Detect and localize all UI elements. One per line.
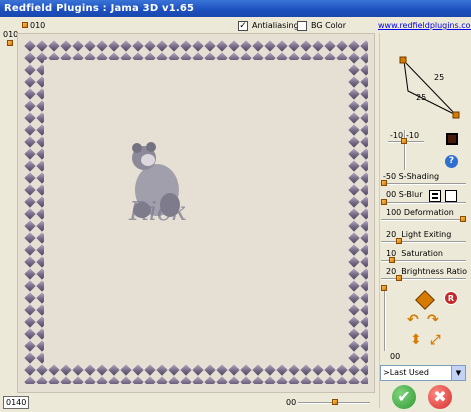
brightness-ratio-value: 20 — [386, 267, 397, 276]
vertical-slider-value: 00 — [390, 352, 401, 361]
s-blur-handle[interactable] — [381, 199, 387, 205]
bg-color-checkbox[interactable] — [297, 21, 307, 31]
window-title: Redfield Plugins : Jama 3D v1.65 — [4, 3, 195, 14]
perspective-value-left: 25 — [416, 93, 427, 102]
zoom-handle[interactable] — [332, 399, 338, 405]
s-blur-label: 00 S-Blur — [386, 190, 422, 199]
bottom-left-value: 0140 — [3, 396, 30, 409]
light-y-value: -10 — [406, 131, 420, 140]
s-blur-mode-icon[interactable] — [429, 190, 441, 202]
light-exiting-name: Light Exiting — [401, 230, 452, 239]
brightness-ratio-handle[interactable] — [396, 275, 402, 281]
watermark-text: Rick — [128, 197, 187, 227]
rotate-right-icon[interactable]: ↷ — [427, 312, 439, 328]
s-blur-color-swatch[interactable] — [445, 190, 457, 202]
brightness-ratio-slider[interactable] — [381, 278, 466, 280]
deformation-handle[interactable] — [460, 216, 466, 222]
cancel-button[interactable]: ✖ — [428, 385, 452, 409]
brightness-ratio-name: Brightness Ratio — [401, 267, 467, 276]
deformation-label: 100 Deformation — [386, 208, 454, 217]
chevron-down-icon[interactable]: ▼ — [451, 366, 465, 380]
preset-select[interactable]: >Last Used ▼ — [380, 365, 466, 381]
question-icon[interactable]: ? — [445, 155, 458, 168]
ok-button[interactable]: ✔ — [392, 385, 416, 409]
antialiasing-label: Antialiasing — [252, 21, 299, 30]
left-value-label: 010 — [3, 30, 19, 39]
flip-vertical-icon[interactable]: ⬍ — [410, 332, 422, 348]
left-ruler-handle[interactable] — [7, 40, 13, 46]
saturation-handle[interactable] — [389, 257, 395, 263]
s-blur-name: S-Blur — [398, 190, 423, 199]
deformation-value: 100 — [386, 208, 402, 217]
perspective-widget[interactable] — [398, 55, 464, 121]
light-y-track[interactable] — [404, 130, 406, 170]
light-exiting-handle[interactable] — [396, 238, 402, 244]
perspective-value-top: 25 — [434, 73, 445, 82]
light-color-swatch[interactable] — [446, 133, 458, 145]
antialiasing-checkbox[interactable]: ✓ — [238, 21, 248, 31]
s-blur-slider[interactable] — [381, 202, 466, 204]
bg-color-label: BG Color — [311, 21, 346, 30]
x-icon: ✖ — [433, 387, 447, 406]
vertical-slider-handle[interactable] — [381, 285, 387, 291]
rotate-left-icon[interactable]: ↶ — [407, 312, 419, 328]
deformation-slider[interactable] — [381, 219, 466, 221]
s-blur-value: 00 — [386, 190, 397, 199]
s-shading-label: -50 S-Shading — [383, 172, 439, 181]
checkmark-icon: ✔ — [397, 387, 411, 406]
zoom-value: 00 — [286, 398, 297, 407]
top-ruler-value: 010 — [30, 21, 46, 30]
jama-3d-frame-preview: Rick — [24, 40, 368, 384]
title-bar: Redfield Plugins : Jama 3D v1.65 — [0, 0, 471, 17]
website-link[interactable]: www.redfieldplugins.com — [378, 21, 471, 30]
light-exiting-slider[interactable] — [381, 241, 466, 243]
light-position-handle[interactable] — [401, 138, 407, 144]
saturation-name: Saturation — [401, 249, 443, 258]
s-shading-slider[interactable] — [381, 183, 466, 185]
light-exiting-value: 20 — [386, 230, 397, 239]
s-shading-name: S-Shading — [398, 172, 440, 181]
r-icon[interactable]: R — [444, 291, 458, 305]
top-ruler-handle[interactable] — [22, 22, 28, 28]
s-shading-handle[interactable] — [381, 180, 387, 186]
deformation-name: Deformation — [403, 208, 454, 217]
vertical-slider[interactable] — [384, 285, 386, 351]
preset-selected: >Last Used — [383, 368, 429, 377]
preview-canvas[interactable]: Rick — [17, 33, 375, 393]
resize-icon[interactable]: ⤢ — [430, 333, 440, 348]
